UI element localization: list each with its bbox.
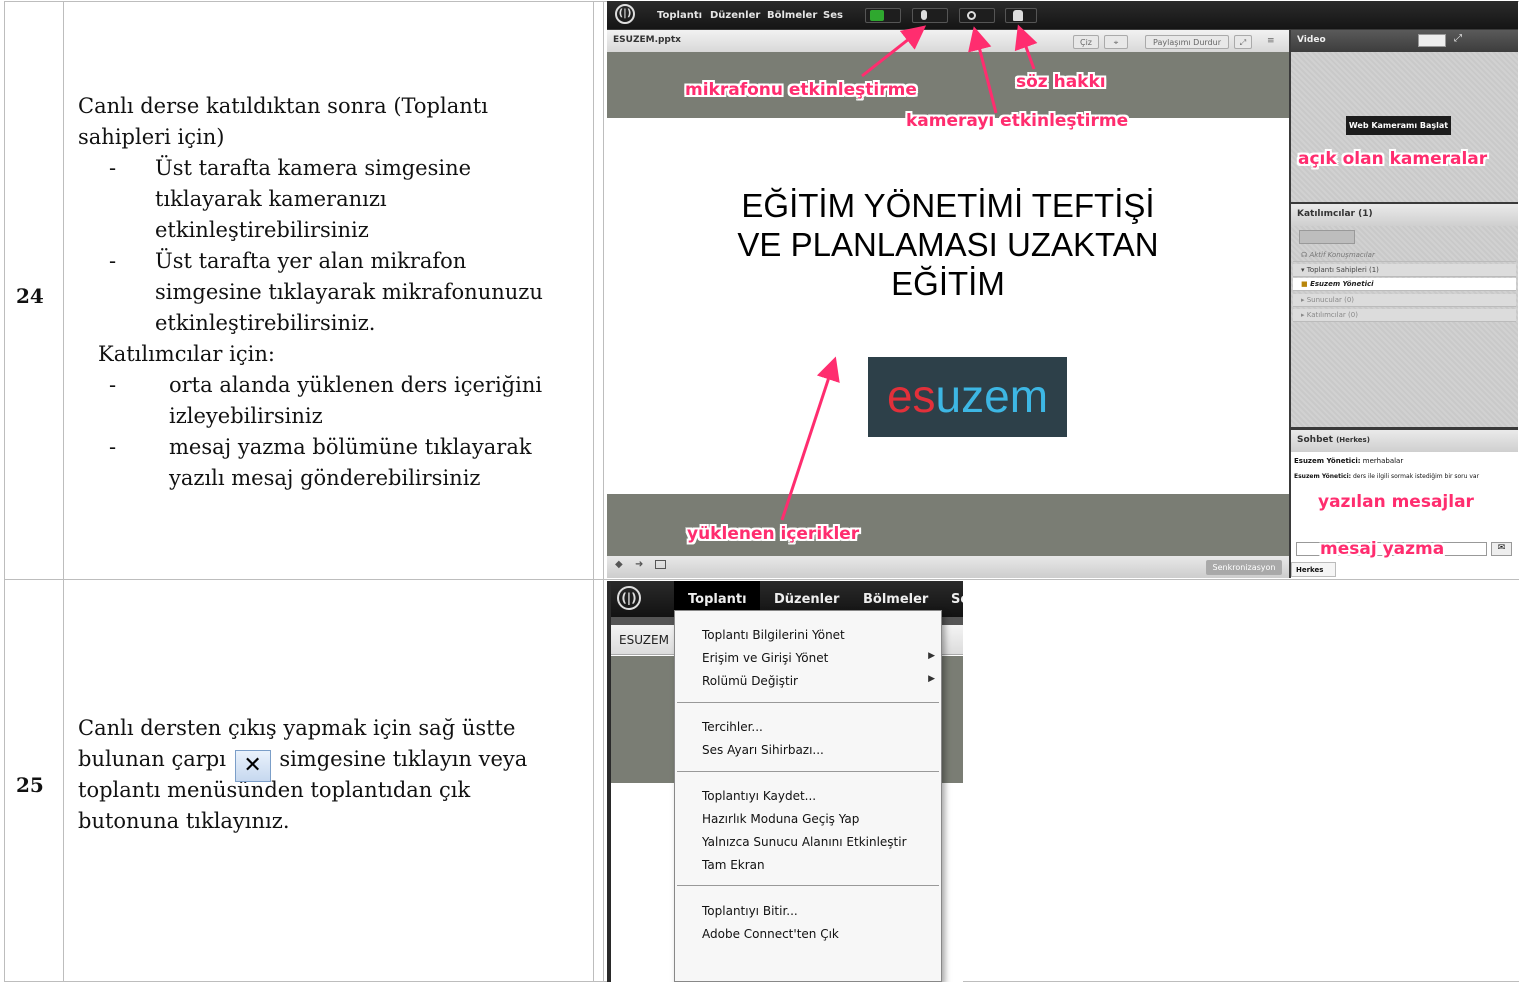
row-number: 24 <box>16 284 44 308</box>
bullet-item: - Üst tarafta yer alan mikrafon simgesin… <box>78 246 588 339</box>
menu-item-change-role[interactable]: Rolümü Değiştir <box>702 674 798 688</box>
menu-item-prep-mode[interactable]: Hazırlık Moduna Geçiş Yap <box>702 812 859 826</box>
bullet-line: yazılı mesaj gönderebilirsiniz <box>169 466 481 490</box>
menu-item-exit[interactable]: Adobe Connect'ten Çık <box>702 927 839 941</box>
adobe-connect-logo-icon: (|) <box>617 586 641 610</box>
annotation-content: yüklenen içerikler <box>687 524 860 544</box>
annotation-write: mesaj yazma <box>1320 539 1445 559</box>
arrow-cam <box>968 26 998 114</box>
meeting-menu-dropdown: Toplantı Bilgilerini Yönet Erişim ve Gir… <box>674 610 942 982</box>
menu-item-presenter-only[interactable]: Yalnızca Sunucu Alanını Etkinleştir <box>702 835 907 849</box>
menu-separator <box>677 771 939 772</box>
bullet-line: Üst tarafta kamera simgesine <box>155 156 472 180</box>
annotation-cam: kamerayı etkinleştirme <box>906 111 1129 131</box>
bullet-line: izleyebilirsiniz <box>169 404 323 428</box>
bullet-line: mesaj yazma bölümüne tıklayarak <box>169 435 532 459</box>
bullet-item: - mesaj yazma bölümüne tıklayarak yazılı… <box>78 432 588 494</box>
menu-item-access[interactable]: Erişim ve Girişi Yönet <box>702 651 828 665</box>
menu-item-preferences[interactable]: Tercihler... <box>702 720 763 734</box>
text-fragment: bulunan çarpı <box>78 747 226 771</box>
bullet-line: Üst tarafta yer alan mikrafon <box>155 249 467 273</box>
table-border-col3 <box>603 1 604 982</box>
annotation-cams: açık olan kameralar <box>1298 149 1488 169</box>
connect-screenshot-menu: (|) Toplantı Düzenler Bölmeler Se ESUZEM… <box>607 581 963 982</box>
table-border-col1 <box>63 1 64 982</box>
intro-line: Canlı derse katıldıktan sonra (Toplantı <box>78 94 488 118</box>
row-number: 25 <box>16 773 44 797</box>
menu-item-fullscreen[interactable]: Tam Ekran <box>702 858 765 872</box>
text-line: bulunan çarpı ✕ simgesine tıklayın veya <box>78 744 588 782</box>
menu-separator <box>677 702 939 703</box>
bullet-line: etkinleştirebilirsiniz <box>155 218 369 242</box>
table-border-col2 <box>593 1 594 982</box>
close-icon: ✕ <box>234 750 271 782</box>
menu-item-end-meeting[interactable]: Toplantıyı Bitir... <box>702 904 798 918</box>
menu-item-audio-wizard[interactable]: Ses Ayarı Sihirbazı... <box>702 743 824 757</box>
bullet-dash: - <box>109 435 117 459</box>
window-edge <box>607 581 611 982</box>
row-25-text: Canlı dersten çıkış yapmak için sağ üstt… <box>78 713 588 837</box>
menu-bolmeler[interactable]: Bölmeler <box>863 592 928 607</box>
share-pod-title: ESUZEM <box>619 633 669 647</box>
arrow-content <box>780 356 840 521</box>
annotation-msgs: yazılan mesajlar <box>1318 492 1474 512</box>
bullet-dash: - <box>109 249 117 273</box>
text-line: toplantı menüsünden toplantıdan çık <box>78 778 471 802</box>
arrow-hand <box>1014 24 1038 70</box>
menu-label: Toplantı <box>688 592 747 607</box>
annotation-hand: söz hakkı <box>1016 72 1106 92</box>
bullet-item: - Üst tarafta kamera simgesine tıklayara… <box>78 153 588 246</box>
menu-item-record[interactable]: Toplantıyı Kaydet... <box>702 789 816 803</box>
bullet-dash: - <box>109 373 117 397</box>
intro-line: sahipleri için) <box>78 125 225 149</box>
bullet-line: tıklayarak kameranızı <box>155 187 387 211</box>
bullet-line: simgesine tıklayarak mikrafonunuzu <box>155 280 543 304</box>
bullet-line: etkinleştirebilirsiniz. <box>155 311 376 335</box>
table-border-middle <box>4 579 1519 580</box>
bullet-line: orta alanda yüklenen ders içeriğini <box>169 373 543 397</box>
text-line: butonuna tıklayınız. <box>78 809 290 833</box>
table-border-left <box>4 1 5 982</box>
annotation-mic: mikrafonu etkinleştirme <box>685 80 917 100</box>
menu-item-manage-info[interactable]: Toplantı Bilgilerini Yönet <box>702 628 845 642</box>
participants-heading: Katılımcılar için: <box>98 342 275 366</box>
text-line: Canlı dersten çıkış yapmak için sağ üstt… <box>78 716 516 740</box>
connect-screenshot-main: (|) Toplantı Düzenler Bölmeler Ses ESUZE… <box>607 1 1518 578</box>
menu-ses[interactable]: Se <box>951 592 963 607</box>
text-fragment: simgesine tıklayın veya <box>279 747 528 771</box>
submenu-arrow-icon: ▶ <box>928 651 935 661</box>
menu-duzenler[interactable]: Düzenler <box>774 592 839 607</box>
bullet-item: - orta alanda yüklenen ders içeriğini iz… <box>78 370 588 432</box>
bullet-dash: - <box>109 156 117 180</box>
submenu-arrow-icon: ▶ <box>928 674 935 684</box>
arrow-mic <box>861 25 927 78</box>
row-24-text: Canlı derse katıldıktan sonra (Toplantı … <box>78 91 588 494</box>
menu-separator <box>677 885 939 886</box>
